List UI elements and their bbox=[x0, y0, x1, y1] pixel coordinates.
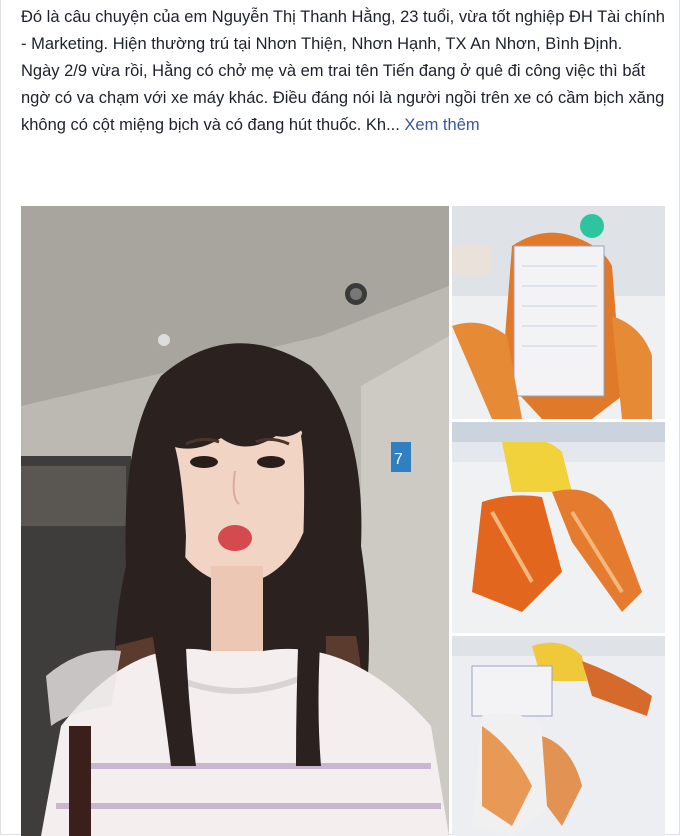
selfie-image: 7 bbox=[21, 206, 449, 836]
injury-photo-3[interactable] bbox=[452, 636, 665, 836]
post-body: Đó là câu chuyện của em Nguyễn Thị Thanh… bbox=[21, 4, 669, 139]
room-sign: 7 bbox=[394, 451, 403, 468]
photo-gallery: 7 bbox=[21, 206, 665, 836]
main-photo[interactable]: 7 bbox=[21, 206, 449, 836]
see-more-link[interactable]: Xem thêm bbox=[404, 116, 479, 134]
post-paragraph-2: Ngày 2/9 vừa rồi, Hằng có chở mẹ và em t… bbox=[21, 62, 669, 134]
post-card: Đó là câu chuyện của em Nguyễn Thị Thanh… bbox=[0, 0, 680, 836]
injury-image-3 bbox=[452, 636, 665, 836]
injury-image-2 bbox=[452, 422, 665, 633]
injury-photo-1[interactable] bbox=[452, 206, 665, 419]
injury-photo-2[interactable] bbox=[452, 422, 665, 633]
post-paragraph-1: Đó là câu chuyện của em Nguyễn Thị Thanh… bbox=[21, 8, 670, 53]
injury-image-1 bbox=[452, 206, 665, 419]
